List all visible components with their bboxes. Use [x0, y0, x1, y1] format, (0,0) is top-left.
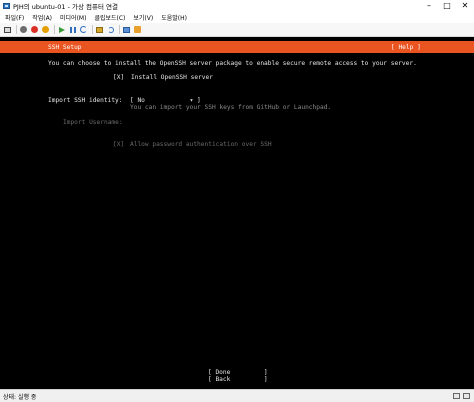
close-button[interactable]: ✕: [456, 0, 474, 12]
install-openssh-checkbox[interactable]: [X]: [113, 74, 124, 81]
start-button[interactable]: [57, 25, 66, 34]
pause-icon: [69, 26, 76, 33]
window-title: PJH의 ubuntu-01 - 가상 컴퓨터 연결: [13, 3, 119, 11]
toolbar-separator: [54, 25, 55, 34]
menu-help[interactable]: 도움말(H): [161, 13, 187, 22]
window-controls: – □ ✕: [420, 0, 474, 12]
start-icon: [58, 26, 65, 33]
shut-down-icon: [31, 26, 38, 33]
save-state-icon: [42, 26, 49, 33]
menu-file[interactable]: 파일(F): [5, 13, 24, 22]
turn-off-icon: [20, 26, 27, 33]
share-button[interactable]: [133, 25, 142, 34]
page-title: SSH Setup: [48, 44, 82, 51]
toolbar-separator: [92, 25, 93, 34]
revert-button[interactable]: [106, 25, 115, 34]
import-username-label: Import Username:: [63, 119, 123, 126]
import-identity-label: Import SSH identity:: [48, 97, 123, 104]
intro-text: You can choose to install the OpenSSH se…: [48, 60, 417, 67]
share-icon: [134, 26, 141, 33]
reset-button[interactable]: [79, 25, 88, 34]
ctrl-alt-del-icon: [4, 26, 11, 33]
help-button[interactable]: [ Help ]: [391, 44, 421, 51]
password-auth-checkbox: [X]: [113, 141, 125, 148]
menu-view[interactable]: 보기(V): [133, 13, 153, 22]
checkpoint-button[interactable]: [95, 25, 104, 34]
install-openssh-label: Install OpenSSH server: [131, 74, 213, 81]
save-state-button[interactable]: [41, 25, 50, 34]
import-identity-select[interactable]: [ No ▾ ]: [130, 97, 201, 104]
menu-bar: 파일(F) 작업(A) 미디어(M) 클립보드(C) 보기(V) 도움말(H): [0, 12, 474, 23]
status-text: 상태: 실행 중: [3, 393, 37, 401]
vm-screen[interactable]: SSH Setup [ Help ] You can choose to ins…: [0, 37, 474, 389]
shut-down-button[interactable]: [30, 25, 39, 34]
done-button[interactable]: [ Done ]: [208, 369, 268, 376]
pause-button[interactable]: [68, 25, 77, 34]
password-auth-label: Allow password authentication over SSH: [130, 141, 272, 148]
ctrl-alt-del-button[interactable]: [3, 25, 12, 34]
title-bar: PJH의 ubuntu-01 - 가상 컴퓨터 연결 – □ ✕: [0, 0, 474, 12]
status-icons: [450, 393, 470, 399]
menu-action[interactable]: 작업(A): [32, 13, 52, 22]
back-button[interactable]: [ Back ]: [208, 376, 268, 383]
minimize-button[interactable]: –: [420, 0, 438, 12]
checkpoint-icon: [96, 26, 103, 33]
toolbar-separator: [16, 25, 17, 34]
toolbar: [0, 23, 474, 37]
turn-off-button[interactable]: [19, 25, 28, 34]
reset-icon: [80, 26, 87, 33]
revert-icon: [107, 26, 114, 33]
keyboard-icon: [453, 393, 460, 399]
menu-media[interactable]: 미디어(M): [60, 13, 86, 22]
toolbar-separator: [119, 25, 120, 34]
import-identity-hint: You can import your SSH keys from GitHub…: [130, 104, 332, 111]
menu-clipboard[interactable]: 클립보드(C): [94, 13, 125, 22]
lock-icon: [463, 393, 470, 399]
enhanced-session-icon: [123, 26, 130, 33]
enhanced-session-button[interactable]: [122, 25, 131, 34]
status-bar: 상태: 실행 중: [0, 389, 474, 402]
installer-header: SSH Setup [ Help ]: [0, 41, 474, 53]
vm-connection-icon: [3, 3, 10, 9]
maximize-button[interactable]: □: [438, 0, 456, 12]
